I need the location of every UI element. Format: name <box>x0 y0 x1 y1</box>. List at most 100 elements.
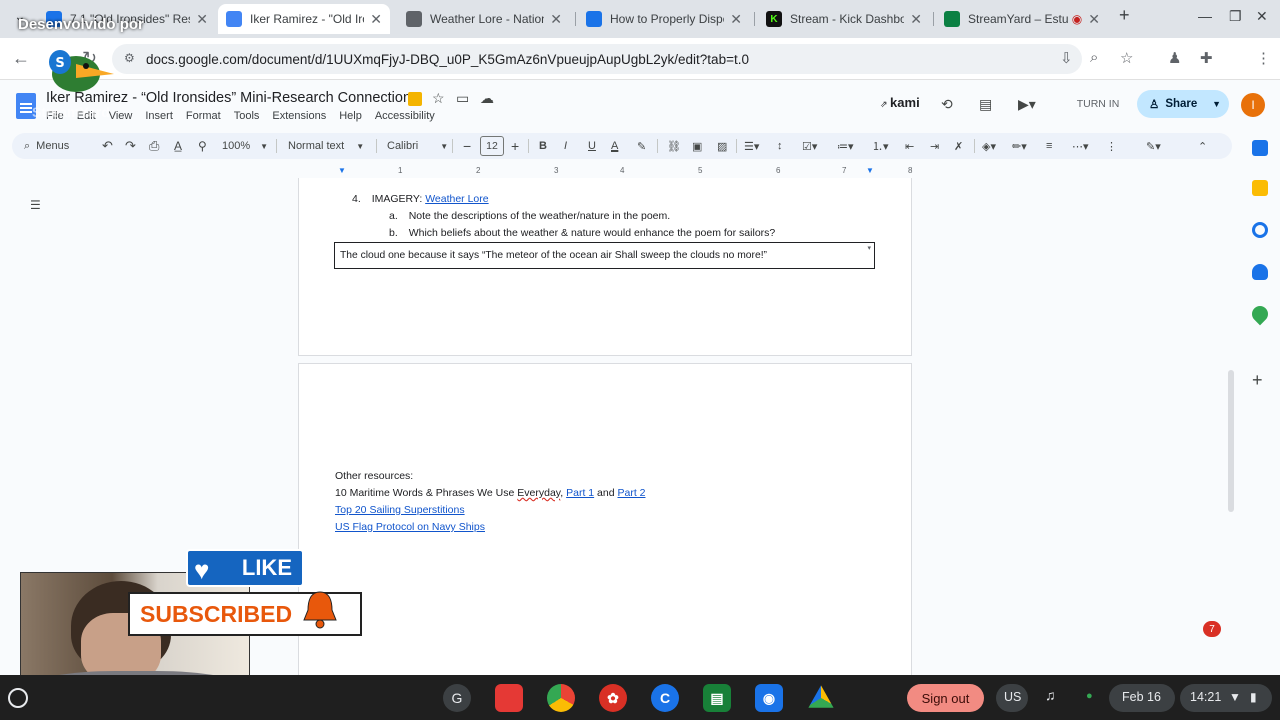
add-addon-icon[interactable]: + <box>1252 370 1263 391</box>
border-dash-icon[interactable]: ⋯▾ <box>1072 133 1089 159</box>
canva-app-icon[interactable]: C <box>651 684 679 712</box>
close-tab-icon[interactable]: ✕ <box>730 11 742 28</box>
install-app-icon[interactable]: ⇩ <box>1060 49 1073 67</box>
cell-menu-chevron-icon[interactable]: ▾ <box>867 244 871 252</box>
bookmark-star-icon[interactable]: ☆ <box>1120 49 1133 67</box>
bold-icon[interactable]: B <box>539 133 547 159</box>
part-2-link[interactable]: Part 2 <box>617 487 645 499</box>
numbered-list-icon[interactable]: ⒈▾ <box>872 133 889 159</box>
close-tab-icon[interactable]: ✕ <box>550 11 562 28</box>
undo-icon[interactable]: ↶ <box>102 133 113 159</box>
sailing-superstitions-link[interactable]: Top 20 Sailing Superstitions <box>335 504 465 516</box>
media-controls-icon[interactable]: ♫ <box>1045 687 1056 703</box>
site-info-icon[interactable]: ⚙ <box>124 51 135 65</box>
paint-format-icon[interactable]: ⚲ <box>198 133 207 159</box>
decrease-font-size-icon[interactable]: − <box>463 133 471 159</box>
menu-insert[interactable]: Insert <box>145 110 173 122</box>
tab-kick-dashboard[interactable]: K Stream - Kick Dashbo ✕ <box>758 4 930 34</box>
link-icon[interactable]: ⛓ <box>667 133 681 159</box>
classroom-app-icon[interactable]: ▤ <box>703 684 731 712</box>
editing-mode-icon[interactable]: ✎▾ <box>1146 133 1161 159</box>
clear-formatting-icon[interactable]: ✗ <box>954 133 963 159</box>
spellcheck-icon[interactable]: A̲ <box>174 133 182 159</box>
move-folder-icon[interactable]: ▭ <box>456 90 469 107</box>
print-icon[interactable]: ⎙ <box>149 133 159 159</box>
kami-button[interactable]: ⇗ kami <box>880 95 920 110</box>
more-options-icon[interactable]: ⋮ <box>1106 133 1117 159</box>
menu-extensions[interactable]: Extensions <box>272 110 326 122</box>
turn-in-button[interactable]: TURN IN <box>1068 91 1128 117</box>
highlight-icon[interactable]: ✎ <box>637 133 646 159</box>
chrome-menu-icon[interactable]: ⋮ <box>1256 49 1271 67</box>
back-icon[interactable]: ← <box>12 48 30 69</box>
checklist-icon[interactable]: ☑▾ <box>802 133 817 159</box>
comments-icon[interactable]: ▤ <box>979 96 992 113</box>
chevron-down-icon[interactable]: ▼ <box>1212 99 1221 109</box>
profile-icon[interactable]: ♟ <box>1168 49 1181 67</box>
new-tab-icon[interactable]: + <box>1119 5 1130 26</box>
close-tab-icon[interactable]: ✕ <box>370 11 382 28</box>
bulleted-list-icon[interactable]: ≔▾ <box>837 133 854 159</box>
sign-out-button[interactable]: Sign out <box>907 684 984 712</box>
vertical-scrollbar[interactable] <box>1228 370 1234 512</box>
keep-icon[interactable] <box>1252 180 1268 196</box>
document-outline-icon[interactable]: ☰ <box>30 198 41 212</box>
tab-streamyard[interactable]: StreamYard – Estu ◉ ✕ <box>936 4 1108 34</box>
star-icon[interactable]: ☆ <box>432 90 445 107</box>
tab-iker-ramirez-doc[interactable]: Iker Ramirez - "Old Iron ✕ <box>218 4 390 34</box>
account-avatar[interactable]: I <box>1241 93 1265 117</box>
close-tab-icon[interactable]: ✕ <box>196 11 208 28</box>
increase-font-size-icon[interactable]: + <box>511 133 519 159</box>
close-window-icon[interactable]: ✕ <box>1256 8 1268 25</box>
menus-search[interactable]: ⌕ Menus <box>24 133 69 159</box>
share-button[interactable]: ♙ Share ▼ <box>1137 90 1229 118</box>
minimize-icon[interactable]: — <box>1198 8 1212 24</box>
line-spacing-icon[interactable]: ↕ <box>777 133 783 159</box>
calendar-icon[interactable] <box>1252 140 1268 156</box>
google-drive-app-icon[interactable] <box>808 685 834 708</box>
zoom-icon[interactable]: ⌕ <box>1090 49 1098 66</box>
underline-icon[interactable]: U <box>588 133 596 159</box>
fill-color-icon[interactable]: ◈▾ <box>982 133 996 159</box>
increase-indent-icon[interactable]: ⇥ <box>930 133 939 159</box>
text-color-icon[interactable]: A <box>611 133 618 159</box>
align-icon[interactable]: ☰▾ <box>744 133 759 159</box>
close-tab-icon[interactable]: ✕ <box>910 11 922 28</box>
tab-weather-lore[interactable]: Weather Lore - Nation ✕ <box>398 4 570 34</box>
answer-table-cell[interactable]: The cloud one because it says “The meteo… <box>334 242 875 269</box>
left-indent-marker-icon[interactable]: ▼ <box>338 166 346 175</box>
insert-image-icon[interactable]: ▨ <box>717 133 727 159</box>
tasks-icon[interactable] <box>1252 222 1268 238</box>
flag-protocol-link[interactable]: US Flag Protocol on Navy Ships <box>335 521 485 533</box>
menu-accessibility[interactable]: Accessibility <box>375 110 435 122</box>
border-color-icon[interactable]: ✏▾ <box>1012 133 1027 159</box>
add-comment-icon[interactable]: ▣ <box>692 133 702 159</box>
misspelled-word[interactable]: Everyday <box>517 487 560 499</box>
font-select[interactable]: Calibri ▼ <box>387 133 448 159</box>
chrome-app-icon[interactable] <box>547 684 575 712</box>
italic-icon[interactable]: I <box>564 133 567 159</box>
launcher-search-button[interactable]: G <box>443 684 471 712</box>
extensions-icon[interactable]: ✚ <box>1200 49 1213 67</box>
style-select[interactable]: Normal text ▼ <box>288 133 364 159</box>
kami-extension-icon[interactable] <box>408 92 422 106</box>
menu-view[interactable]: View <box>109 110 133 122</box>
contacts-icon[interactable] <box>1252 264 1268 280</box>
close-tab-icon[interactable]: ✕ <box>1088 11 1100 28</box>
redo-icon[interactable]: ↷ <box>125 133 136 159</box>
part-1-link[interactable]: Part 1 <box>566 487 594 499</box>
answer-text[interactable]: The cloud one because it says “The meteo… <box>340 250 767 261</box>
url-bar[interactable]: ⚙ docs.google.com/document/d/1UUXmqFjyJ-… <box>112 44 1082 74</box>
weather-lore-link[interactable]: Weather Lore <box>425 193 488 205</box>
camera-app-icon[interactable]: ◉ <box>755 684 783 712</box>
paint-app-icon[interactable]: ✿ <box>599 684 627 712</box>
font-size-input[interactable]: 12 <box>480 136 504 156</box>
screen-recorder-app-icon[interactable] <box>495 684 523 712</box>
tab-how-to-dispose[interactable]: How to Properly Dispo ✕ <box>578 4 750 34</box>
maps-icon[interactable] <box>1248 302 1272 326</box>
version-history-icon[interactable]: ⟲ <box>941 96 953 113</box>
notification-count-badge[interactable]: 7 <box>1203 621 1221 637</box>
decrease-indent-icon[interactable]: ⇤ <box>905 133 914 159</box>
menu-help[interactable]: Help <box>339 110 362 122</box>
right-indent-marker-icon[interactable]: ▼ <box>866 166 874 175</box>
